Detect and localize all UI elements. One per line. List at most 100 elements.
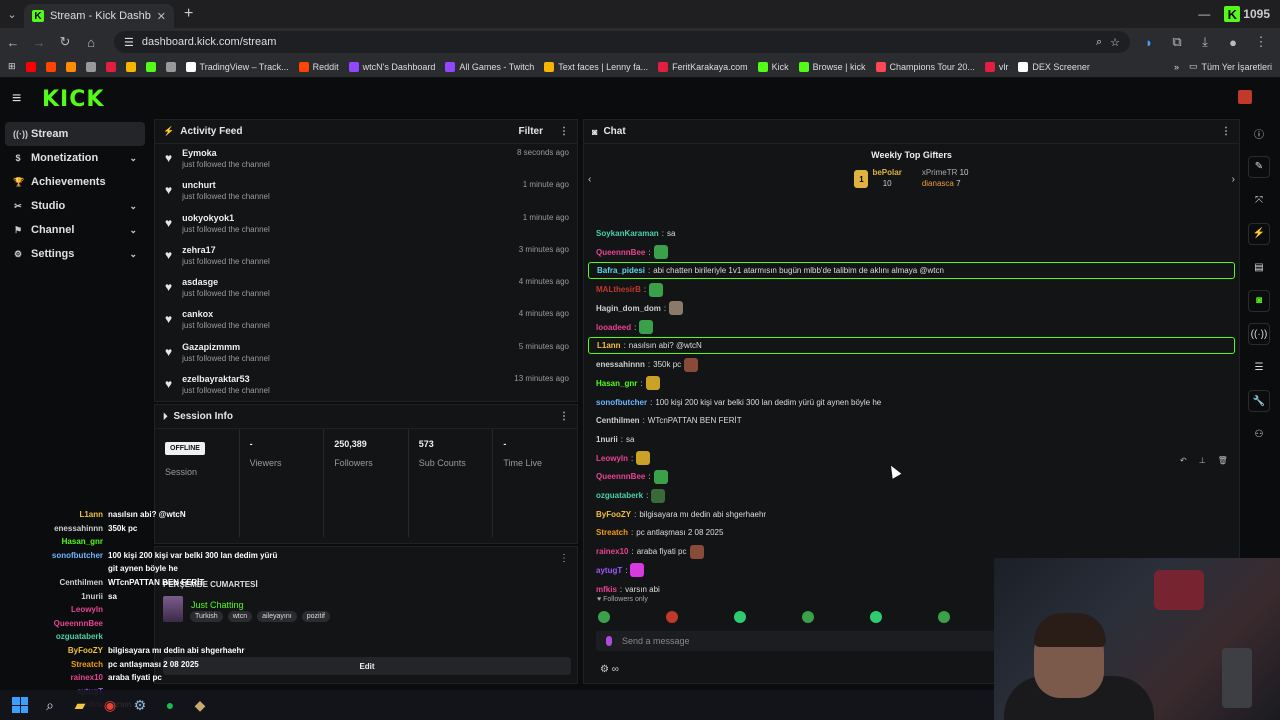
- chevron-down-icon[interactable]: ⌄: [129, 249, 137, 260]
- chat-username[interactable]: ByFooZY: [596, 510, 631, 519]
- chat-username[interactable]: Streatch: [596, 528, 628, 537]
- activity-user[interactable]: Eymoka: [182, 148, 507, 158]
- bookmark-item[interactable]: [65, 61, 76, 72]
- gifters-next-icon[interactable]: ›: [1232, 174, 1235, 185]
- bookmark-item[interactable]: TradingView – Track...: [185, 61, 289, 72]
- users-icon[interactable]: ⚇: [1248, 424, 1270, 446]
- bookmark-star-icon[interactable]: ☆: [1110, 36, 1120, 49]
- chat-username[interactable]: Bafra_pidesi: [597, 266, 645, 275]
- gifter-third[interactable]: dianasca 7: [922, 179, 961, 188]
- bookmark-item[interactable]: [45, 61, 56, 72]
- chat-message[interactable]: ozguataberk:: [588, 486, 1235, 505]
- bookmark-item[interactable]: Text faces | Lenny fa...: [544, 61, 648, 72]
- activity-user[interactable]: cankox: [182, 309, 509, 319]
- sidebar-item-studio[interactable]: ✂ Studio ⌄: [5, 194, 145, 218]
- chat-username[interactable]: QueennnBee: [596, 472, 645, 481]
- emote-icon[interactable]: [802, 611, 814, 623]
- bookmark-item[interactable]: Browse | kick: [798, 61, 866, 72]
- chat-username[interactable]: Hasan_gnr: [596, 379, 637, 388]
- emote-icon[interactable]: [734, 611, 746, 623]
- chat-message[interactable]: QueennnBee:: [588, 243, 1235, 262]
- sidebar-item-stream[interactable]: ((·)) Stream: [5, 122, 145, 146]
- pin-icon[interactable]: ⊥: [1199, 456, 1206, 465]
- extensions-puzzle-icon[interactable]: ⧉: [1170, 34, 1184, 50]
- bookmark-item[interactable]: [145, 61, 156, 72]
- info-icon[interactable]: ⓘ: [1248, 122, 1270, 144]
- lightning-icon[interactable]: ⚡: [1248, 222, 1270, 245]
- apps-grid-icon[interactable]: ⊞: [8, 61, 16, 72]
- profile-avatar[interactable]: ●: [1226, 35, 1240, 50]
- activity-user[interactable]: asdasge: [182, 277, 509, 287]
- chat-message[interactable]: sonofbutcher:100 kişi 200 kişi var belki…: [588, 393, 1235, 412]
- chat-username[interactable]: mfkis: [596, 585, 617, 594]
- all-bookmarks[interactable]: ▭ Tüm Yer İşaretleri: [1189, 61, 1272, 72]
- chat-icon[interactable]: ◙: [1248, 289, 1270, 312]
- chat-username[interactable]: ozguataberk: [596, 491, 643, 500]
- back-icon[interactable]: ←: [6, 35, 20, 50]
- spotify-icon[interactable]: ●: [162, 697, 178, 713]
- wrench-icon[interactable]: 🔧: [1248, 390, 1270, 412]
- emote-icon[interactable]: [870, 611, 882, 623]
- more-bookmarks-icon[interactable]: »: [1174, 62, 1179, 72]
- chat-username[interactable]: Leowyln: [596, 454, 628, 463]
- bookmark-item[interactable]: [105, 61, 116, 72]
- home-icon[interactable]: ⌂: [84, 35, 98, 50]
- sidebar-item-settings[interactable]: ⚙ Settings ⌄: [5, 242, 145, 266]
- gifter-second[interactable]: xPrimeTR 10: [922, 168, 969, 177]
- chat-message[interactable]: Bafra_pidesi: abi chatten birileriyle 1v1…: [588, 262, 1235, 280]
- chevron-down-icon[interactable]: ⌄: [129, 201, 137, 212]
- forward-icon[interactable]: →: [32, 35, 46, 50]
- bookmark-item[interactable]: [165, 61, 176, 72]
- search-icon[interactable]: ⌕: [42, 697, 58, 713]
- filter-button[interactable]: Filter: [519, 126, 543, 137]
- chat-message[interactable]: ByFooZY: bilgisayara mı dedin abi shgerha…: [588, 505, 1235, 524]
- chat-username[interactable]: looadeed: [596, 323, 631, 332]
- sidebar-item-monetization[interactable]: $ Monetization ⌄: [5, 146, 145, 170]
- bookmark-item[interactable]: Kick: [757, 61, 789, 72]
- session-more-icon[interactable]: ⋮: [559, 411, 569, 422]
- bookmark-item[interactable]: All Games - Twitch: [445, 61, 534, 72]
- chrome-icon[interactable]: ◉: [102, 697, 118, 713]
- windows-start-icon[interactable]: [12, 697, 28, 713]
- emote-icon[interactable]: [938, 611, 950, 623]
- activity-user[interactable]: ezelbayraktar53: [182, 374, 504, 384]
- bookmark-item[interactable]: FeritKarakaya.com: [658, 61, 748, 72]
- emote-icon[interactable]: [598, 611, 610, 623]
- chat-username[interactable]: aytugT: [596, 566, 622, 575]
- stream-info-more-icon[interactable]: ⋮: [559, 553, 569, 564]
- chat-username[interactable]: MALthesirB: [596, 285, 641, 294]
- user-avatar[interactable]: [1238, 90, 1252, 104]
- app-icon[interactable]: ◆: [192, 697, 208, 713]
- broadcast-icon[interactable]: ((·)): [1248, 323, 1270, 345]
- chevron-down-icon[interactable]: ⌄: [129, 225, 137, 236]
- chat-username[interactable]: sonofbutcher: [596, 398, 647, 407]
- chat-settings-icon[interactable]: ⚙ ∞: [600, 664, 619, 675]
- activity-user[interactable]: Gazapizmmm: [182, 342, 509, 352]
- activity-more-icon[interactable]: ⋮: [559, 126, 569, 137]
- chat-message[interactable]: Leowyln:: [588, 449, 1235, 468]
- extension-icon[interactable]: ◗: [1142, 35, 1156, 50]
- reload-icon[interactable]: ↻: [58, 34, 72, 50]
- chat-username[interactable]: rainex10: [596, 547, 628, 556]
- bookmark-item[interactable]: DEX Screener: [1018, 61, 1090, 72]
- bookmark-item[interactable]: Champions Tour 20...: [875, 61, 975, 72]
- gifter-first[interactable]: 1 bePolar 10: [854, 168, 902, 188]
- chat-message[interactable]: SoykanKaraman: sa: [588, 224, 1235, 243]
- tab-search-icon[interactable]: ⌄: [0, 0, 24, 28]
- chat-message[interactable]: Hasan_gnr:: [588, 374, 1235, 393]
- minimize-icon[interactable]: —: [1198, 7, 1210, 21]
- close-icon[interactable]: ✕: [157, 10, 166, 23]
- hamburger-menu-icon[interactable]: ≡: [12, 90, 30, 108]
- chat-message[interactable]: QueennnBee:: [588, 468, 1235, 487]
- chevron-down-icon[interactable]: ⌄: [129, 153, 137, 164]
- steam-icon[interactable]: ⚙: [132, 697, 148, 713]
- bookmark-item[interactable]: [25, 61, 36, 72]
- clipboard-icon[interactable]: ▤: [1248, 256, 1270, 278]
- chat-username[interactable]: Hagin_dom_dom: [596, 304, 661, 313]
- activity-user[interactable]: uokyokyok1: [182, 213, 513, 223]
- chat-message[interactable]: Hagin_dom_dom:: [588, 299, 1235, 318]
- chat-username[interactable]: enessahinnn: [596, 360, 645, 369]
- browser-tab[interactable]: K Stream - Kick Dashboard ✕: [24, 4, 174, 28]
- chat-message[interactable]: L1ann: nasılsın abi? @wtcN: [588, 337, 1235, 355]
- chat-username[interactable]: L1ann: [597, 341, 621, 350]
